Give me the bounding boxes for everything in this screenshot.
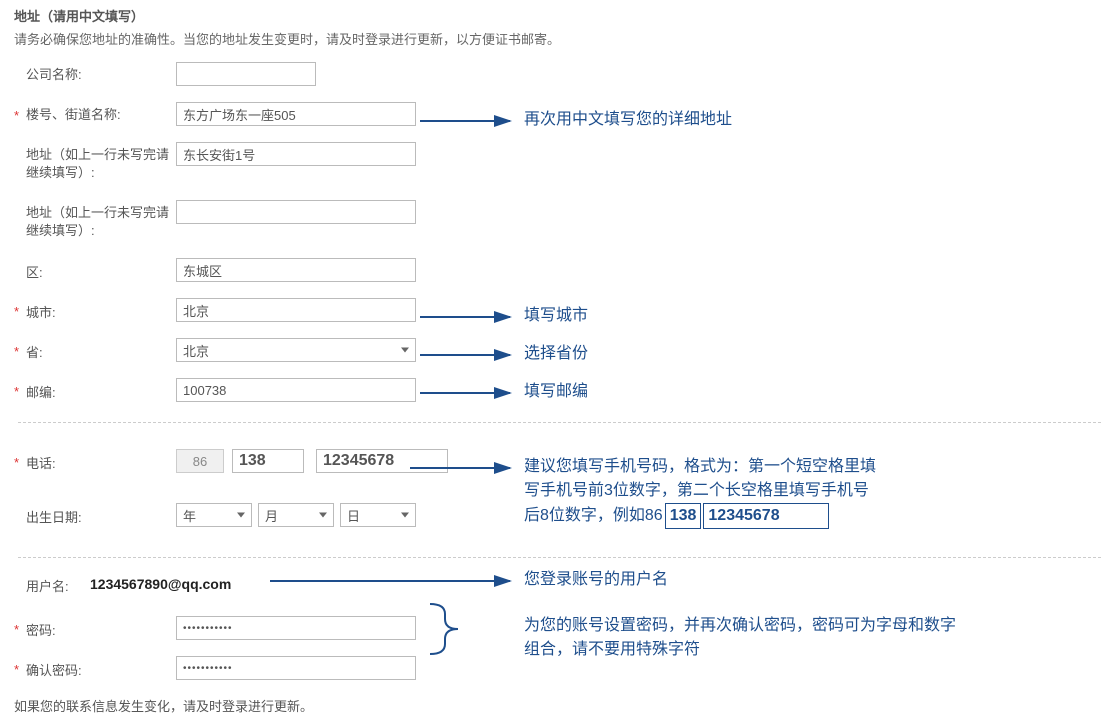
city-input[interactable] [176, 298, 416, 322]
annot-province: 选择省份 [524, 342, 588, 366]
birth-year-value: 年 [183, 506, 196, 525]
birthdate-label: 出生日期: [26, 503, 176, 527]
addr2-input[interactable] [176, 142, 416, 166]
birth-year-select[interactable]: 年 [176, 503, 252, 527]
confirm-label: 确认密码: [26, 656, 176, 680]
password-input[interactable] [176, 616, 416, 640]
phone-number-input[interactable] [316, 449, 448, 473]
province-value: 北京 [183, 341, 209, 360]
addr2-label: 地址（如上一行未写完请继续填写）: [26, 142, 176, 182]
company-label: 公司名称: [26, 62, 176, 84]
addr3-label: 地址（如上一行未写完请继续填写）: [26, 200, 176, 240]
annot-street: 再次用中文填写您的详细地址 [524, 108, 732, 132]
birth-month-value: 月 [265, 506, 278, 525]
example-number: 12345678 [703, 503, 828, 529]
district-label: 区: [26, 258, 176, 282]
birth-day-value: 日 [347, 506, 360, 525]
birth-day-select[interactable]: 日 [340, 503, 416, 527]
caret-down-icon [237, 513, 245, 518]
phone-country-input[interactable] [176, 449, 224, 473]
annot-password: 为您的账号设置密码，并再次确认密码，密码可为字母和数字组合，请不要用特殊字符 [524, 614, 964, 662]
required-mark: * [14, 449, 22, 477]
phone-label: 电话: [26, 449, 176, 473]
city-label: 城市: [26, 298, 176, 322]
required-mark: * [14, 298, 22, 326]
required-mark: * [14, 102, 22, 130]
required-mark: * [14, 378, 22, 406]
required-mark: * [14, 616, 22, 644]
province-label: 省: [26, 338, 176, 362]
addr3-input[interactable] [176, 200, 416, 224]
street-input[interactable] [176, 102, 416, 126]
province-select[interactable]: 北京 [176, 338, 416, 362]
section-desc: 请务必确保您地址的准确性。当您的地址发生变更时，请及时登录进行更新，以方便证书邮… [14, 29, 1105, 48]
required-mark: * [14, 338, 22, 366]
annot-city: 填写城市 [524, 304, 588, 328]
required-mark: * [14, 656, 22, 684]
phone-prefix-input[interactable] [232, 449, 304, 473]
caret-down-icon [401, 513, 409, 518]
annot-username: 您登录账号的用户名 [524, 568, 668, 592]
company-input[interactable] [176, 62, 316, 86]
birth-month-select[interactable]: 月 [258, 503, 334, 527]
annot-phone: 建议您填写手机号码，格式为：第一个短空格里填 写手机号前3位数字，第二个长空格里… [524, 455, 944, 529]
password-label: 密码: [26, 616, 176, 640]
caret-down-icon [319, 513, 327, 518]
username-value: 1234567890@qq.com [90, 572, 231, 592]
footer-note: 如果您的联系信息发生变化，请及时登录进行更新。 [14, 696, 1105, 715]
district-input[interactable] [176, 258, 416, 282]
example-prefix: 138 [665, 503, 702, 529]
confirm-input[interactable] [176, 656, 416, 680]
postcode-label: 邮编: [26, 378, 176, 402]
street-label: 楼号、街道名称: [26, 102, 176, 124]
postcode-input[interactable] [176, 378, 416, 402]
caret-down-icon [401, 348, 409, 353]
section-title: 地址（请用中文填写） [14, 6, 1105, 25]
username-label: 用户名: [26, 572, 90, 596]
annot-postcode: 填写邮编 [524, 380, 588, 404]
